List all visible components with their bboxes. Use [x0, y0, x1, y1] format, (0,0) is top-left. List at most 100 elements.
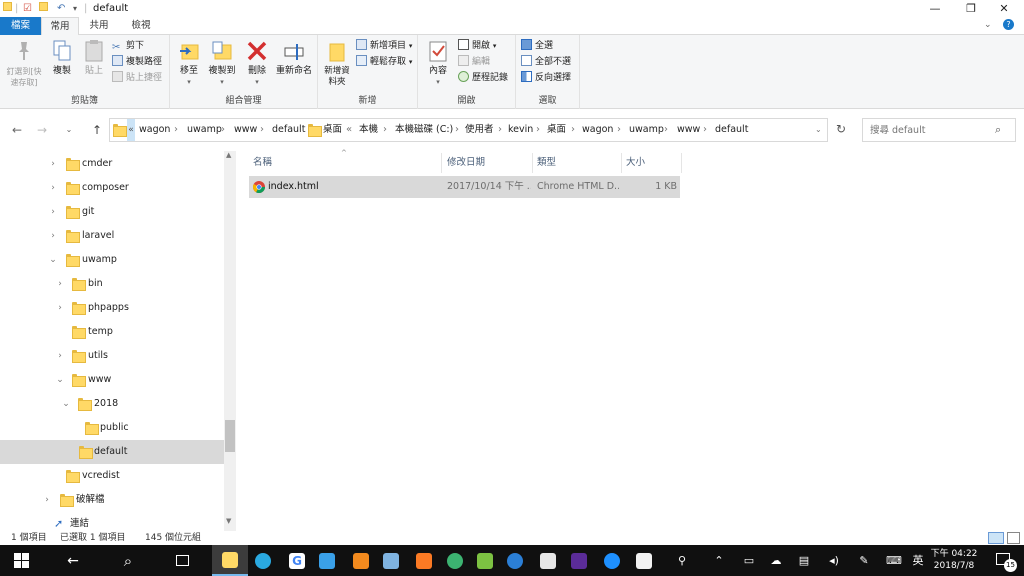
crumb-desktop-2[interactable]: 桌面 — [547, 119, 566, 141]
copy-to-button[interactable]: 複製到 ▾ — [206, 39, 238, 88]
expand-chevron-icon[interactable]: › — [48, 200, 58, 224]
tree-item-crack[interactable]: › 破解檔 — [0, 488, 224, 512]
tree-item-bin[interactable]: › bin — [0, 272, 224, 296]
network-icon[interactable]: ▤ — [796, 545, 812, 576]
expand-chevron-icon[interactable]: › — [55, 296, 65, 320]
tab-share[interactable]: 共用 — [81, 17, 117, 35]
crumb-users[interactable]: 使用者 — [465, 119, 494, 141]
collapse-chevron-icon[interactable]: ⌄ — [48, 248, 58, 272]
expand-chevron-icon[interactable]: › — [55, 272, 65, 296]
address-bar[interactable]: « wagon › uwamp › www › default 桌面 « 本機 … — [109, 118, 828, 142]
edge-taskbar-icon[interactable] — [594, 545, 630, 576]
pen-icon[interactable]: ✎ — [856, 545, 872, 576]
properties-button[interactable]: 內容 ▾ — [424, 39, 452, 88]
undo-qa-icon[interactable]: ↶ — [57, 2, 65, 15]
crumb-default[interactable]: default — [272, 119, 305, 141]
collapse-chevron-icon[interactable]: ⌄ — [55, 368, 65, 392]
app-taskbar-icon-7[interactable] — [497, 545, 533, 576]
tree-item-phpapps[interactable]: › phpapps — [0, 296, 224, 320]
tree-item-utils[interactable]: › utils — [0, 344, 224, 368]
copy-path-button[interactable]: 複製路徑 — [112, 55, 162, 70]
crumb-kevin[interactable]: kevin — [508, 119, 533, 141]
crumb-separator-icon[interactable]: › — [571, 119, 575, 141]
tab-view[interactable]: 檢視 — [119, 17, 163, 35]
easy-access-button[interactable]: 輕鬆存取 ▾ — [356, 55, 412, 70]
tree-item-default[interactable]: default — [0, 440, 224, 464]
pin-quick-access-button[interactable]: 釘選到[快速存取] — [4, 39, 44, 88]
app-taskbar-icon-4[interactable] — [373, 545, 409, 576]
file-explorer-taskbar-icon[interactable] — [212, 545, 248, 576]
details-view-icon[interactable] — [988, 532, 1004, 544]
search-input[interactable] — [863, 119, 983, 141]
collapse-chevron-icon[interactable]: ⌄ — [61, 392, 71, 416]
tree-item-laravel[interactable]: › laravel — [0, 224, 224, 248]
address-overflow-icon[interactable]: « — [127, 119, 135, 141]
ime-indicator[interactable]: 英 — [911, 545, 925, 576]
edit-button[interactable]: 編輯 — [458, 55, 490, 70]
tree-item-uwamp[interactable]: ⌄ uwamp — [0, 248, 224, 272]
expand-chevron-icon[interactable]: › — [42, 488, 52, 512]
invert-selection-button[interactable]: 反向選擇 — [521, 71, 571, 86]
properties-qa-icon[interactable]: ☑ — [23, 2, 32, 15]
close-button[interactable]: ✕ — [990, 0, 1018, 17]
open-button[interactable]: 開啟 ▾ — [458, 39, 496, 54]
onedrive-icon[interactable]: ☁ — [767, 545, 785, 576]
search-box[interactable]: ⌕ — [862, 118, 1016, 142]
select-none-button[interactable]: 全部不選 — [521, 55, 571, 70]
new-item-button[interactable]: 新增項目 ▾ — [356, 39, 412, 54]
new-folder-button[interactable]: 新增資料夾 — [322, 39, 352, 88]
crumb-separator-icon[interactable]: › — [703, 119, 707, 141]
keyboard-icon[interactable]: ⌨ — [884, 545, 904, 576]
up-icon[interactable]: ↑ — [89, 123, 105, 137]
tree-item-git[interactable]: › git — [0, 200, 224, 224]
app-taskbar-icon-1[interactable] — [245, 545, 281, 576]
volume-icon[interactable]: ◂) — [826, 545, 842, 576]
crumb-desktop[interactable]: 桌面 — [323, 119, 342, 141]
crumb-separator-icon[interactable]: › — [536, 119, 540, 141]
column-header-size[interactable]: 大小 — [626, 151, 680, 175]
new-folder-qa-icon[interactable] — [39, 2, 48, 15]
tree-item-temp[interactable]: temp — [0, 320, 224, 344]
move-to-button[interactable]: 移至 ▾ — [176, 39, 202, 88]
tab-file[interactable]: 檔案 — [0, 17, 41, 35]
help-icon[interactable]: ? — [1003, 19, 1014, 30]
crumb-uwamp-2[interactable]: uwamp — [629, 119, 664, 141]
back-taskbar-icon[interactable]: ← — [55, 545, 91, 576]
crumb-local-disk[interactable]: 本機磁碟 (C:) — [395, 119, 453, 141]
cut-button[interactable]: ✂ 剪下 — [112, 39, 144, 54]
crumb-separator-icon[interactable]: › — [174, 119, 178, 141]
tree-item-www[interactable]: ⌄ www — [0, 368, 224, 392]
column-divider[interactable] — [532, 153, 533, 173]
task-view-icon[interactable] — [164, 545, 200, 576]
history-button[interactable]: 歷程記錄 — [458, 71, 508, 86]
column-divider[interactable] — [441, 153, 442, 173]
tree-item-2018[interactable]: ⌄ 2018 — [0, 392, 224, 416]
search-taskbar-icon[interactable]: ⌕ — [110, 545, 146, 576]
file-row[interactable]: index.html 2017/10/14 下午 ... Chrome HTML… — [249, 176, 680, 198]
copy-button[interactable]: 複製 — [48, 39, 76, 77]
nav-scrollbar-thumb[interactable] — [225, 420, 235, 452]
store-taskbar-icon[interactable] — [626, 545, 662, 576]
column-header-type[interactable]: 類型 — [537, 151, 620, 175]
crumb-uwamp[interactable]: uwamp — [187, 119, 222, 141]
crumb-wagon[interactable]: wagon — [139, 119, 170, 141]
tree-item-links[interactable]: ➚ 連結 — [0, 512, 224, 531]
recent-locations-icon[interactable]: ⌄ — [61, 123, 77, 137]
crumb-separator-icon[interactable]: › — [221, 119, 225, 141]
address-dropdown-icon[interactable]: ⌄ — [815, 119, 822, 141]
people-icon[interactable]: ⚲ — [674, 545, 690, 576]
scroll-up-icon[interactable]: ▲ — [226, 151, 231, 159]
expand-chevron-icon[interactable]: › — [48, 152, 58, 176]
column-header-name[interactable]: 名稱 — [253, 151, 438, 175]
refresh-icon[interactable]: ↻ — [836, 122, 846, 136]
search-icon[interactable]: ⌕ — [995, 123, 1001, 137]
tree-item-composer[interactable]: › composer — [0, 176, 224, 200]
qa-dropdown-icon[interactable]: ▾ — [73, 2, 77, 15]
crumb-separator-icon[interactable]: › — [383, 119, 387, 141]
crumb-www[interactable]: www — [234, 119, 257, 141]
back-icon[interactable]: ← — [9, 123, 25, 137]
crumb-separator-icon[interactable]: › — [455, 119, 459, 141]
column-header-modified[interactable]: 修改日期 — [447, 151, 531, 175]
minimize-button[interactable]: — — [921, 0, 949, 17]
crumb-overflow-icon[interactable]: « — [346, 119, 352, 141]
